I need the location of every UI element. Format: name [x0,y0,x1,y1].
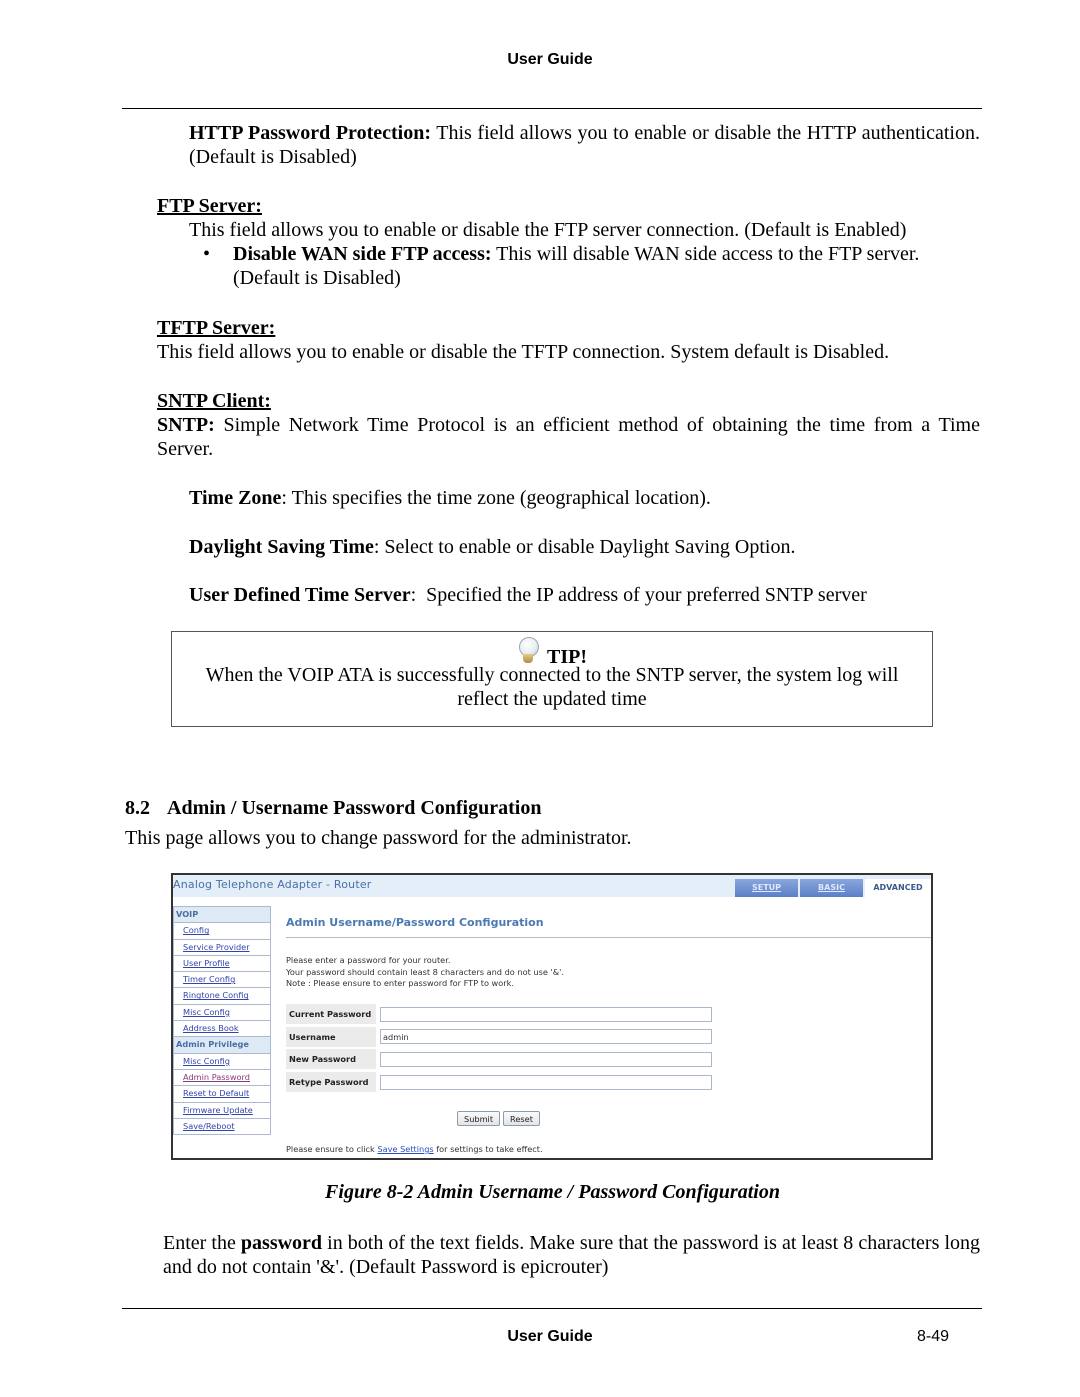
tab-basic[interactable]: BASIC [800,879,863,897]
reset-button[interactable]: Reset [503,1111,540,1126]
section-8-2-intro: This page allows you to change password … [125,827,632,849]
current-password-label: Current Password [286,1004,376,1024]
section-number: 8.2 [125,797,150,819]
router-title-rule [286,937,931,938]
header-rule [122,108,982,109]
sidebar-item-user-profile[interactable]: User Profile [173,955,271,973]
tab-setup[interactable]: SETUP [735,879,798,897]
save-settings-link[interactable]: Save Settings [377,1144,433,1154]
tip-box: TIP! When the VOIP ATA is successfully c… [171,631,933,727]
form-row-retype-password: Retype Password [286,1072,712,1093]
sntp-text: Simple Network Time Protocol is an effic… [157,414,980,460]
daylight-saving-label: Daylight Saving Time [189,536,374,558]
form-row-new-password: New Password [286,1049,712,1070]
router-screenshot: Analog Telephone Adapter - Router SETUP … [171,873,933,1160]
lightbulb-icon [517,637,539,667]
tab-advanced[interactable]: ADVANCED [865,879,931,897]
ftp-server-heading: FTP Server: [157,195,262,217]
router-footer-note: Please ensure to click Save Settings for… [286,1144,543,1154]
footer-note-post: for settings to take effect. [433,1144,543,1154]
router-sidebar: VOIP Config Service Provider User Profil… [173,906,271,1136]
sidebar-item-admin-misc-config[interactable]: Misc Config [173,1053,271,1070]
new-password-label: New Password [286,1049,376,1070]
page-number: 8-49 [917,1328,950,1345]
http-password-label: HTTP Password Protection: [189,122,431,144]
daylight-saving-text: : Select to enable or disable Daylight S… [373,536,796,558]
username-label: Username [286,1026,376,1047]
router-top-bar: Analog Telephone Adapter - Router SETUP … [173,875,931,897]
sidebar-item-save-reboot[interactable]: Save/Reboot [173,1118,271,1136]
section-8-2-heading: 8.2 Admin / Username Password Configurati… [125,796,541,820]
sntp-paragraph: SNTP: Simple Network Time Protocol is an… [157,413,980,461]
form-row-current-password: Current Password [286,1004,712,1024]
router-intro-line: Please enter a password for your router. [286,955,451,965]
router-content-title: Admin Username/Password Configuration [286,916,544,929]
current-password-input[interactable] [380,1006,712,1022]
footer-note-pre: Please ensure to click [286,1144,378,1154]
daylight-saving-item: Daylight Saving Time: Select to enable o… [189,535,795,559]
section-title: Admin / Username Password Configuration [167,797,542,819]
footer-rule [122,1308,982,1309]
time-zone-item: Time Zone: This specifies the time zone … [189,486,711,510]
sidebar-item-address-book[interactable]: Address Book [173,1021,271,1038]
sidebar-item-ringtone-config[interactable]: Ringtone Config [173,988,271,1005]
sidebar-item-misc-config[interactable]: Misc Config [173,1004,271,1022]
sidebar-item-timer-config[interactable]: Timer Config [173,972,271,989]
tftp-server-heading: TFTP Server: [157,317,276,339]
sidebar-item-config[interactable]: Config [173,923,271,940]
form-buttons: Submit Reset [457,1111,543,1126]
sidebar-item-reset-to-default[interactable]: Reset to Default [173,1086,271,1103]
time-zone-text: : This specifies the time zone (geograph… [281,487,711,509]
password-form: Current Password Username New Password R… [286,1004,712,1095]
user-time-server-label: User Defined Time Server [189,584,411,606]
sidebar-header-admin-privilege: Admin Privilege [173,1037,271,1054]
user-time-server-text: : Specified the IP address of your prefe… [410,584,867,606]
router-intro-line: Your password should contain least 8 cha… [286,966,564,977]
ftp-wan-label: Disable WAN side FTP access: [233,243,492,265]
router-intro-line: Note : Please ensure to enter password f… [286,978,514,988]
ftp-wan-bullet: Disable WAN side FTP access: This will d… [233,242,981,290]
username-input[interactable] [380,1029,712,1045]
form-row-username: Username [286,1026,712,1047]
new-password-input[interactable] [380,1051,712,1067]
tip-header: TIP! [172,637,932,668]
ftp-server-text: This field allows you to enable or disab… [189,219,907,241]
retype-password-input[interactable] [380,1074,712,1090]
bullet-icon: • [203,243,211,265]
router-intro: Please enter a password for your router.… [286,955,564,990]
figure-caption: Figure 8-2 Admin Username / Password Con… [325,1181,780,1203]
router-app-title: Analog Telephone Adapter - Router [173,878,372,891]
router-tabs: SETUP BASIC ADVANCED [733,879,931,897]
submit-button[interactable]: Submit [457,1111,501,1126]
sntp-client-heading: SNTP Client: [157,390,271,412]
tip-line-1: When the VOIP ATA is successfully connec… [205,664,899,686]
sidebar-item-firmware-update[interactable]: Firmware Update [173,1102,271,1119]
tftp-server-text: This field allows you to enable or disab… [157,341,890,363]
http-password-paragraph: HTTP Password Protection: This field all… [189,121,980,169]
tip-line-2: reflect the updated time [457,688,647,710]
sidebar-header-voip: VOIP [173,906,271,924]
page-header-title: User Guide [507,51,593,68]
sidebar-item-admin-password[interactable]: Admin Password [173,1069,271,1087]
sntp-label: SNTP: [157,414,215,436]
closing-pre: Enter the [163,1232,241,1254]
user-time-server-item: User Defined Time Server: Specified the … [189,583,867,607]
closing-paragraph: Enter the password in both of the text f… [163,1231,980,1279]
time-zone-label: Time Zone [189,487,282,509]
closing-bold: password [240,1232,323,1254]
sidebar-item-service-provider[interactable]: Service Provider [173,939,271,956]
retype-password-label: Retype Password [286,1072,376,1093]
